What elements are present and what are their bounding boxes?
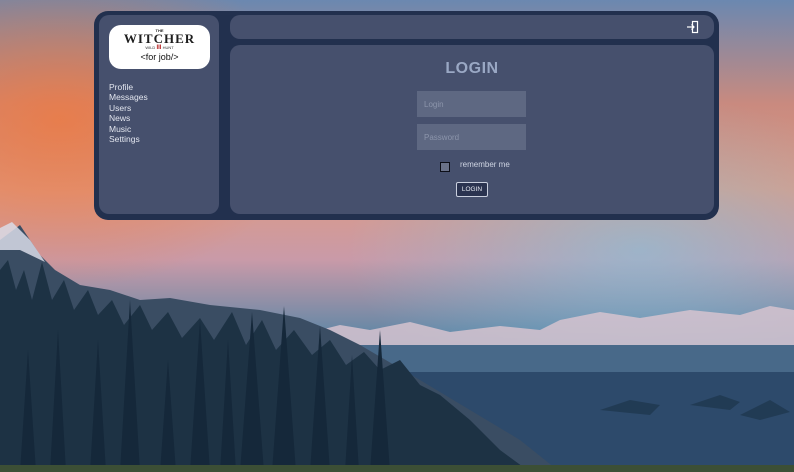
sidebar-item-settings[interactable]: Settings: [109, 134, 148, 144]
logo-subtitle: WILD III HUNT: [109, 45, 210, 51]
remember-me-label: remember me: [460, 160, 510, 169]
password-input[interactable]: [417, 124, 526, 150]
sidebar: THE WITCHER WILD III HUNT <for job/> Pro…: [99, 15, 219, 214]
exit-icon[interactable]: [686, 20, 700, 34]
logo-title: WITCHER: [123, 31, 196, 46]
login-title: LOGIN: [445, 60, 499, 77]
sidebar-item-news[interactable]: News: [109, 113, 148, 123]
sidebar-item-messages[interactable]: Messages: [109, 92, 148, 102]
remember-me-checkbox[interactable]: [440, 162, 450, 172]
logo-subtitle-right: HUNT: [162, 45, 174, 50]
sidebar-nav: Profile Messages Users News Music Settin…: [109, 82, 148, 144]
login-panel: LOGIN remember me LOGIN: [230, 45, 714, 214]
sidebar-item-music[interactable]: Music: [109, 124, 148, 134]
login-button[interactable]: LOGIN: [456, 182, 488, 197]
header-bar: [230, 15, 714, 39]
logo-subtitle-left: WILD: [145, 45, 156, 50]
app-window: THE WITCHER WILD III HUNT <for job/> Pro…: [94, 11, 719, 220]
login-input[interactable]: [417, 91, 526, 117]
sidebar-item-users[interactable]: Users: [109, 103, 148, 113]
logo-tagline: <for job/>: [140, 52, 179, 62]
logo-roman-numeral: III: [156, 45, 162, 51]
witcher-logo[interactable]: THE WITCHER WILD III HUNT <for job/>: [109, 25, 210, 69]
sidebar-item-profile[interactable]: Profile: [109, 82, 148, 92]
